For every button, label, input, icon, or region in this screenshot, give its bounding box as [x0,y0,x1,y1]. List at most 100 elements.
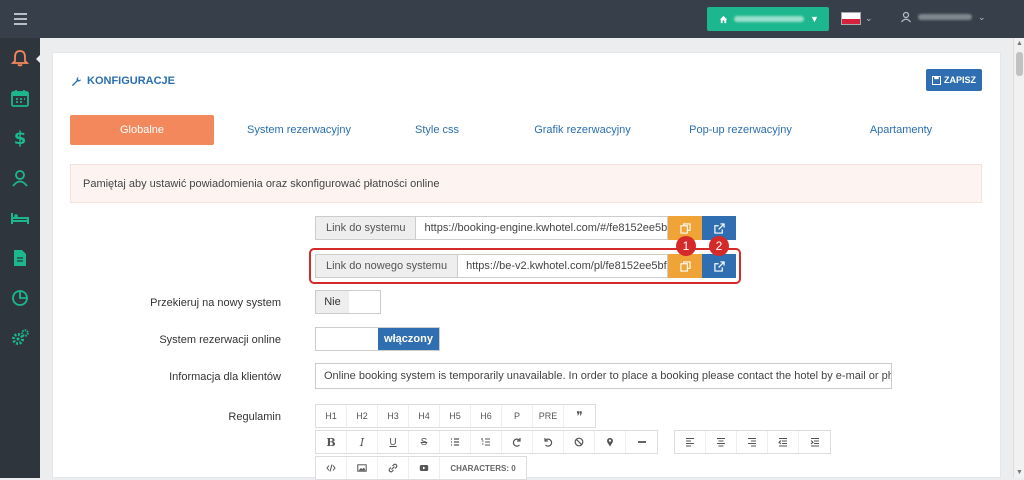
bed-icon[interactable] [0,198,40,238]
redirect-toggle[interactable]: Nie [315,290,381,314]
chevron-down-icon: ▼ [810,14,819,24]
top-bar: ▼ ⌄ ⌄ [0,0,1024,38]
strikethrough-button[interactable]: S [409,431,440,453]
username-blurred [918,14,972,20]
chevron-down-icon[interactable]: ⌄ [865,13,873,24]
tab-apartamenty[interactable]: Apartamenty [838,115,964,145]
editor-toolbar-media: CHARACTERS: 0 [315,456,527,480]
system-link-field[interactable]: https://booking-engine.kwhotel.com/#/fe8… [416,217,667,239]
scroll-down-icon[interactable]: ▼ [1016,469,1023,476]
video-button[interactable] [409,457,440,479]
tab-globalne[interactable]: Globalne [70,115,214,145]
h4-button[interactable]: H4 [409,405,440,427]
system-link-group: Link do systemu https://booking-engine.k… [315,216,668,240]
online-toggle-off[interactable] [316,328,378,350]
bulleted-list-button[interactable] [440,431,471,453]
save-button-label: ZAPISZ [943,75,976,85]
terms-label: Regulamin [228,411,281,423]
h6-button[interactable]: H6 [471,405,502,427]
svg-text:$: $ [14,128,27,148]
user-menu[interactable]: ⌄ [900,11,986,23]
tab-grafik-rezerwacyjny[interactable]: Grafik rezerwacyjny [510,115,655,145]
indent-icon [810,437,819,447]
h3-button[interactable]: H3 [378,405,409,427]
online-toggle-on[interactable]: włączony [378,328,439,350]
marker-1: 1 [676,236,696,256]
info-input[interactable]: Online booking system is temporarily una… [315,363,892,389]
alert-message: Pamiętaj aby ustawić powiadomienia oraz … [70,164,982,203]
bulleted-list-icon [451,438,459,446]
align-left-button[interactable] [675,431,706,453]
bell-icon[interactable] [0,38,40,78]
undo-icon [544,438,553,447]
redirect-label: Przekieruj na nowy system [150,297,281,309]
tab-system-rezerwacyjny[interactable]: System rezerwacyjny [232,115,366,145]
underline-button[interactable]: U [378,431,409,453]
cogs-icon[interactable] [0,318,40,358]
code-icon [326,464,336,472]
h1-button[interactable]: H1 [316,405,347,427]
indent-button[interactable] [799,431,830,453]
numbered-list-button[interactable] [471,431,502,453]
h5-button[interactable]: H5 [440,405,471,427]
redo-button[interactable] [502,431,533,453]
horizontal-rule-button[interactable] [626,431,657,453]
outdent-button[interactable] [768,431,799,453]
home-icon [719,15,728,23]
link-button[interactable] [378,457,409,479]
map-marker-button[interactable] [595,431,626,453]
align-center-button[interactable] [706,431,737,453]
tab-popup-rezerwacyjny[interactable]: Pop-up rezerwacyjny [668,115,813,145]
ban-icon [574,437,584,447]
users-icon[interactable] [0,158,40,198]
minus-icon [637,441,646,443]
pre-button[interactable]: PRE [533,405,564,427]
link-icon [388,463,398,473]
menu-icon[interactable] [14,13,27,25]
vertical-scrollbar[interactable]: ▲ ▼ [1013,38,1024,478]
company-name-blurred [734,16,804,22]
user-icon [901,11,911,23]
clear-format-button[interactable] [564,431,595,453]
h2-button[interactable]: H2 [347,405,378,427]
image-button[interactable] [347,457,378,479]
video-icon [419,465,429,471]
sidebar: $ [0,38,40,478]
blockquote-button[interactable]: ❞ [564,405,595,427]
external-link-icon [713,222,725,234]
dollar-icon[interactable]: $ [0,118,40,158]
pie-chart-icon[interactable] [0,278,40,318]
online-label: System rezerwacji online [159,334,281,346]
scrollbar-thumb[interactable] [1016,52,1023,76]
align-right-icon [748,437,756,447]
save-button[interactable]: ZAPISZ [926,69,982,91]
editor-toolbar-format: B I U S [315,430,658,454]
undo-button[interactable] [533,431,564,453]
wrench-icon [71,76,82,86]
floppy-icon [931,75,941,85]
align-right-button[interactable] [737,431,768,453]
italic-button[interactable]: I [347,431,378,453]
map-marker-icon [607,437,613,447]
redirect-toggle-off[interactable]: Nie [316,291,349,313]
scroll-up-icon[interactable]: ▲ [1016,40,1023,47]
active-indicator [36,53,42,65]
redirect-toggle-on[interactable] [349,291,380,313]
copy-icon [679,222,691,234]
file-icon[interactable] [0,238,40,278]
align-center-icon [717,437,725,447]
info-label: Informacja dla klientów [169,371,281,383]
online-toggle[interactable]: włączony [315,327,440,351]
editor-toolbar-align [674,430,831,454]
page-title: KONFIGURACJE [71,75,175,87]
code-button[interactable] [316,457,347,479]
calendar-icon[interactable] [0,78,40,118]
new-link-highlight [309,248,741,284]
company-selector-button[interactable]: ▼ [707,7,829,31]
language-flag-icon[interactable] [841,12,861,25]
page-title-text: KONFIGURACJE [87,75,176,87]
tabs: Globalne System rezerwacyjny Style css G… [70,115,982,145]
tab-style-css[interactable]: Style css [387,115,487,145]
bold-button[interactable]: B [316,431,347,453]
paragraph-button[interactable]: P [502,405,533,427]
